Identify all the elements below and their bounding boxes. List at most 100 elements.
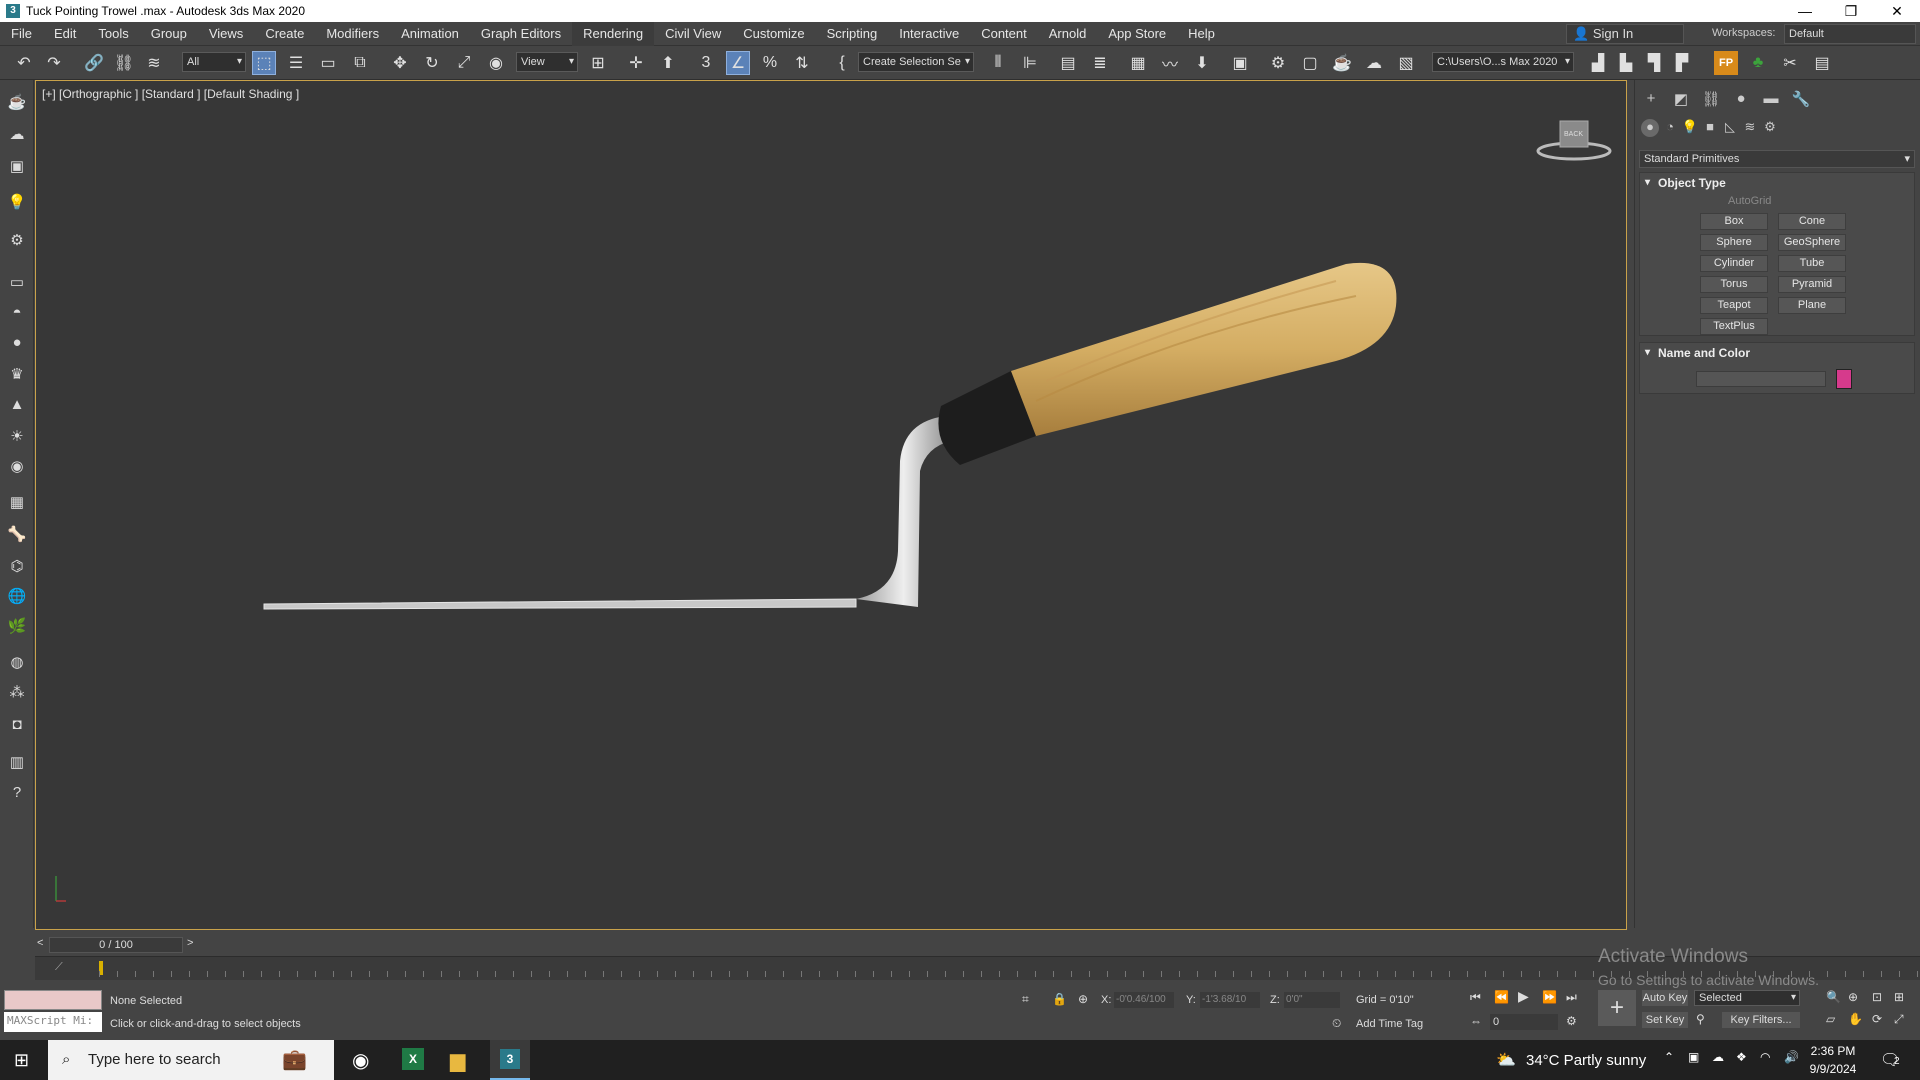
select-by-name-icon[interactable]: ☰ [284,51,308,75]
scene-tool-icon[interactable]: ◘ [5,712,29,736]
x-coordinate-field[interactable]: -0'0.46/100 [1114,992,1174,1008]
systems-category-icon[interactable]: ⚙ [1761,119,1779,137]
align-icon[interactable]: ⊫ [1018,51,1042,75]
add-time-tag[interactable]: Add Time Tag [1356,1018,1423,1030]
tools-icon[interactable]: ✂ [1778,51,1802,75]
clock-time[interactable]: 2:36 PM [1806,1044,1860,1058]
plane-button[interactable]: Plane [1778,297,1846,314]
viewport-orthographic[interactable]: [+] [Orthographic ] [Standard ] [Default… [35,80,1627,930]
cameras-category-icon[interactable]: ■ [1701,119,1719,137]
link-icon[interactable]: 🔗 [82,51,106,75]
motion-tab-icon[interactable]: ● [1729,90,1753,110]
autogrid-checkbox[interactable]: AutoGrid [1728,195,1771,207]
placement-icon[interactable]: ◉ [484,51,508,75]
sphere-button[interactable]: Sphere [1700,234,1768,251]
window-crossing-icon[interactable]: ⧉ [348,51,372,75]
geometry-tool-icon[interactable]: ⌬ [5,554,29,578]
primitive-category-dropdown[interactable]: Standard Primitives [1639,150,1915,168]
rectangular-selection-icon[interactable]: ▭ [316,51,340,75]
geosphere-button[interactable]: GeoSphere [1778,234,1846,251]
menu-group[interactable]: Group [140,22,198,46]
windows-start-icon[interactable]: ⊞ [14,1050,29,1071]
orbit-icon[interactable]: ⟳ [1872,1012,1882,1026]
shapes-category-icon[interactable]: ◔ [1661,119,1679,137]
teapot-button[interactable]: Teapot [1700,297,1768,314]
menu-modifiers[interactable]: Modifiers [315,22,390,46]
create-tab-icon[interactable]: + [1639,90,1663,110]
isolate-selection-icon[interactable]: ⌗ [1022,992,1029,1007]
rendered-frame-window-icon[interactable]: ▢ [1298,51,1322,75]
camera-rig-icon[interactable]: ⚙ [5,228,29,252]
cone-button[interactable]: Cone [1778,213,1846,230]
toggle-ribbon-icon[interactable]: ▦ [1126,51,1150,75]
set-key-big-icon[interactable]: + [1598,990,1636,1026]
unlink-icon[interactable]: ⛓ [112,51,136,75]
sun-tool-icon[interactable]: ☀ [5,424,29,448]
set-key-button[interactable]: Set Key [1642,1012,1688,1028]
bind-space-warp-icon[interactable]: ≋ [142,51,166,75]
weather-text[interactable]: 34°C Partly sunny [1526,1052,1646,1069]
fence-tool-icon[interactable]: ▦ [5,490,29,514]
key-filters-button[interactable]: Key Filters... [1722,1012,1800,1028]
briefcase-icon[interactable]: 💼 [282,1040,307,1080]
onedrive-icon[interactable]: ☁ [1712,1050,1724,1064]
menu-interactive[interactable]: Interactive [888,22,970,46]
box-button[interactable]: Box [1700,213,1768,230]
lights-category-icon[interactable]: 💡 [1681,119,1699,137]
keyboard-shortcut-override-icon[interactable]: ⬆ [656,51,680,75]
mirror-icon[interactable]: ⫴ [986,51,1010,75]
maxscript-mini-listener[interactable]: MAXScript Mi: [4,1012,102,1032]
goto-start-icon[interactable]: ⏮ [1470,990,1481,1005]
cloud-tool-icon[interactable]: ☁ [5,122,29,146]
container-icon-1[interactable]: ▟ [1586,51,1610,75]
colors-tool-icon[interactable]: ⁂ [5,680,29,704]
plant-tool-icon[interactable]: 🌿 [5,614,29,638]
object-color-swatch[interactable] [1836,369,1852,389]
menu-animation[interactable]: Animation [390,22,470,46]
menu-edit[interactable]: Edit [43,22,87,46]
spreadsheet-icon[interactable]: ▤ [1810,51,1834,75]
time-prev-button[interactable]: < [37,937,43,949]
named-selection-dropdown[interactable]: Create Selection Se [858,52,974,72]
panel-tool-icon[interactable]: ▭ [5,270,29,294]
current-frame-field[interactable]: 0 [1490,1014,1558,1030]
tray-app-icon[interactable]: ▣ [1688,1050,1699,1064]
scale-icon[interactable]: ⤢ [452,51,476,75]
time-next-button[interactable]: > [187,937,193,949]
selection-filter-dropdown[interactable]: All [182,52,246,72]
spinner-snap-icon[interactable]: ⇅ [790,51,814,75]
bone-tool-icon[interactable]: 🦴 [5,522,29,546]
edit-named-selection-icon[interactable]: { [830,51,854,75]
box-tool-icon[interactable]: ▣ [5,154,29,178]
absolute-mode-icon[interactable]: ⊕ [1078,992,1088,1006]
snaps-toggle-icon[interactable]: 3 [694,51,718,75]
railclone-icon[interactable]: ♣ [1746,51,1770,75]
time-slider[interactable]: 0 / 100 [49,937,183,953]
selection-lock-icon[interactable]: 🔒 [1052,992,1067,1006]
key-tangent-icon[interactable]: ⚲ [1696,1012,1705,1026]
menu-civil-view[interactable]: Civil View [654,22,732,46]
close-button[interactable]: ✕ [1874,0,1920,22]
3dsmax-taskbar-button[interactable]: 3 [490,1040,530,1080]
select-object-icon[interactable]: ⬚ [252,51,276,75]
reference-coordinate-dropdown[interactable]: View [516,52,578,72]
dome-tool-icon[interactable]: ◓ [5,300,29,324]
textplus-button[interactable]: TextPlus [1700,318,1768,335]
show-hidden-icons[interactable]: ⌃ [1664,1050,1674,1064]
undo-icon[interactable]: ↶ [12,51,36,75]
utilities-tab-icon[interactable]: 🔧 [1789,90,1813,110]
menu-arnold[interactable]: Arnold [1038,22,1098,46]
redo-icon[interactable]: ↷ [42,51,66,75]
zoom-extents-icon[interactable]: ⊡ [1872,990,1882,1004]
container-icon-2[interactable]: ▙ [1614,51,1638,75]
hierarchy-tab-icon[interactable]: ⛓ [1699,90,1723,110]
project-folder-dropdown[interactable]: C:\Users\O...s Max 2020 [1432,52,1574,72]
key-selection-dropdown[interactable]: Selected [1694,990,1800,1006]
render-production-icon[interactable]: ☕ [1330,51,1354,75]
key-mode-toggle-icon[interactable]: ⇔ [1470,1014,1482,1028]
curve-editor-mini-icon[interactable]: ⟋ [55,961,63,974]
render-setup-icon[interactable]: ⚙ [1266,51,1290,75]
time-configuration-icon[interactable]: ⚙ [1566,1014,1577,1028]
curve-editor-icon[interactable]: 〰 [1158,51,1182,75]
chrome-icon[interactable]: ◉ [352,1048,369,1073]
